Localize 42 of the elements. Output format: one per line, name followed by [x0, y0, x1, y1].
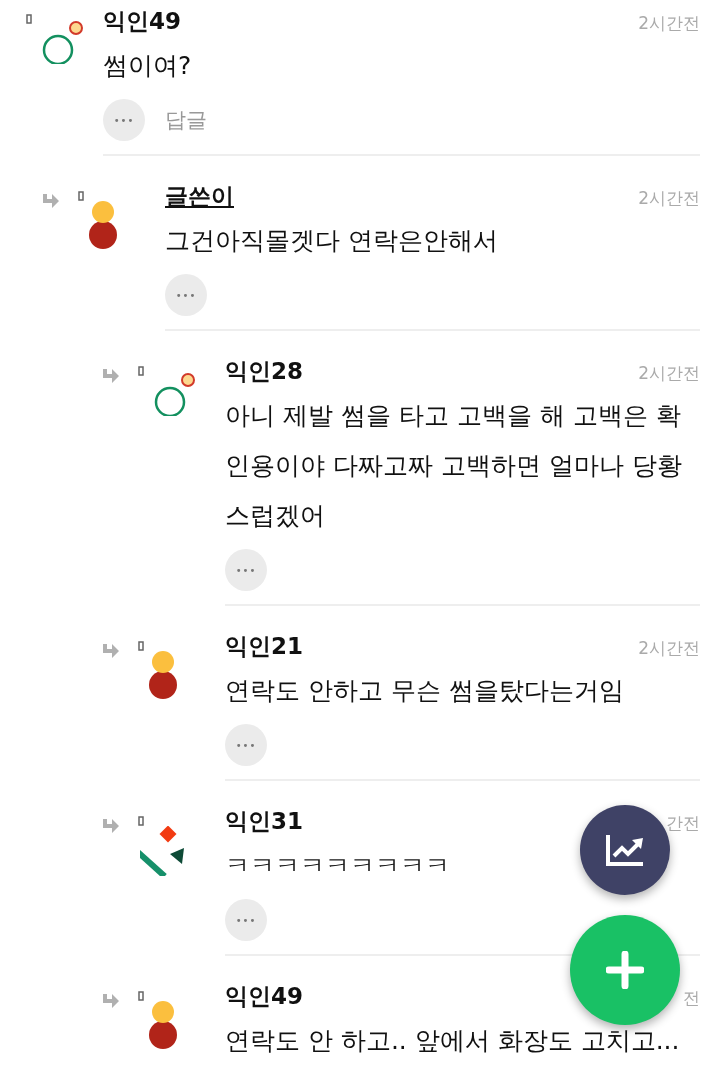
author-name[interactable]: 익인31	[225, 806, 303, 837]
placeholder-glyph-icon	[138, 816, 144, 826]
avatar-icon	[148, 651, 178, 699]
more-button[interactable]: •••	[225, 724, 267, 766]
comment-time: 간전	[666, 812, 700, 835]
trend-chart-icon	[605, 833, 645, 867]
more-button[interactable]: •••	[225, 549, 267, 591]
comment-text: 아니 제발 썸을 타고 고백을 해 고백은 확인용이야 다짜고짜 고백하면 얼마나 당황스럽겠어	[225, 400, 683, 532]
placeholder-glyph-icon	[78, 191, 84, 201]
author-name[interactable]: 익인21	[225, 631, 303, 662]
comment-time: 전	[683, 987, 700, 1010]
avatar-icon	[140, 826, 186, 876]
reply-arrow-icon	[100, 368, 120, 386]
plus-icon	[606, 951, 644, 989]
comment-text: 연락도 안 하고.. 앞에서 화장도 고치고...	[225, 1025, 680, 1057]
reply-arrow-icon	[40, 193, 60, 211]
reply-arrow-icon	[100, 818, 120, 836]
author-name[interactable]: 익인49	[103, 6, 181, 37]
comment-time: 2시간전	[638, 362, 700, 385]
avatar-icon	[152, 372, 196, 416]
placeholder-glyph-icon	[138, 366, 144, 376]
comment-text: ㅋㅋㅋㅋㅋㅋㅋㅋㅋ	[225, 850, 450, 882]
comment-time: 2시간전	[638, 187, 700, 210]
more-button[interactable]: •••	[103, 99, 145, 141]
placeholder-glyph-icon	[138, 991, 144, 1001]
avatar-icon	[88, 201, 118, 249]
author-name[interactable]: 글쓴이	[165, 181, 234, 212]
reply-arrow-icon	[100, 993, 120, 1011]
comment-time: 2시간전	[638, 12, 700, 35]
comment-time: 2시간전	[638, 637, 700, 660]
author-name[interactable]: 익인49	[225, 981, 303, 1012]
reply-arrow-icon	[100, 643, 120, 661]
comment-text: 그건아직몰겟다 연락은안해서	[165, 225, 498, 257]
comment-text: 썸이여?	[103, 50, 192, 82]
avatar-icon	[40, 20, 84, 64]
more-button[interactable]: •••	[165, 274, 207, 316]
placeholder-glyph-icon	[26, 14, 32, 24]
author-name[interactable]: 익인28	[225, 356, 303, 387]
more-button[interactable]: •••	[225, 899, 267, 941]
avatar-icon	[148, 1001, 178, 1049]
comment-text: 연락도 안하고 무슨 썸을탔다는거임	[225, 675, 624, 707]
placeholder-glyph-icon	[138, 641, 144, 651]
